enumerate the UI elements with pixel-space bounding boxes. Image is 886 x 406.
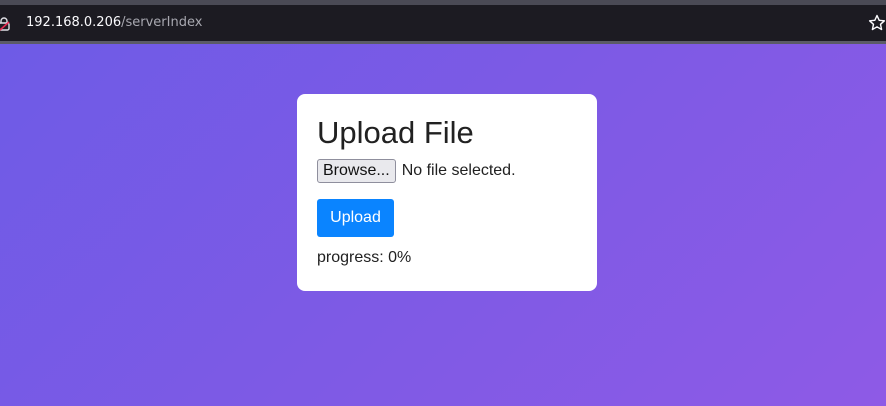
address-bar[interactable]: 192.168.0.206/serverIndex [0, 5, 886, 44]
url-host: 192.168.0.206 [26, 15, 122, 30]
url-text[interactable]: 192.168.0.206/serverIndex [26, 15, 202, 30]
file-input-row: Browse... No file selected. [317, 159, 577, 183]
lock-icon[interactable] [0, 17, 10, 31]
progress-label: progress: [317, 249, 384, 266]
browse-button[interactable]: Browse... [317, 159, 396, 183]
browser-toolbar: 192.168.0.206/serverIndex [0, 0, 886, 44]
progress-text: progress: 0% [317, 249, 577, 267]
url-path: /serverIndex [121, 15, 203, 30]
upload-button[interactable]: Upload [317, 199, 394, 237]
progress-value: 0% [388, 249, 412, 266]
bookmark-star-icon[interactable] [868, 14, 886, 32]
file-status-text: No file selected. [401, 162, 516, 179]
upload-card: Upload File Browse... No file selected. … [297, 94, 597, 291]
page-background: Upload File Browse... No file selected. … [0, 44, 886, 406]
page-title: Upload File [317, 115, 474, 150]
